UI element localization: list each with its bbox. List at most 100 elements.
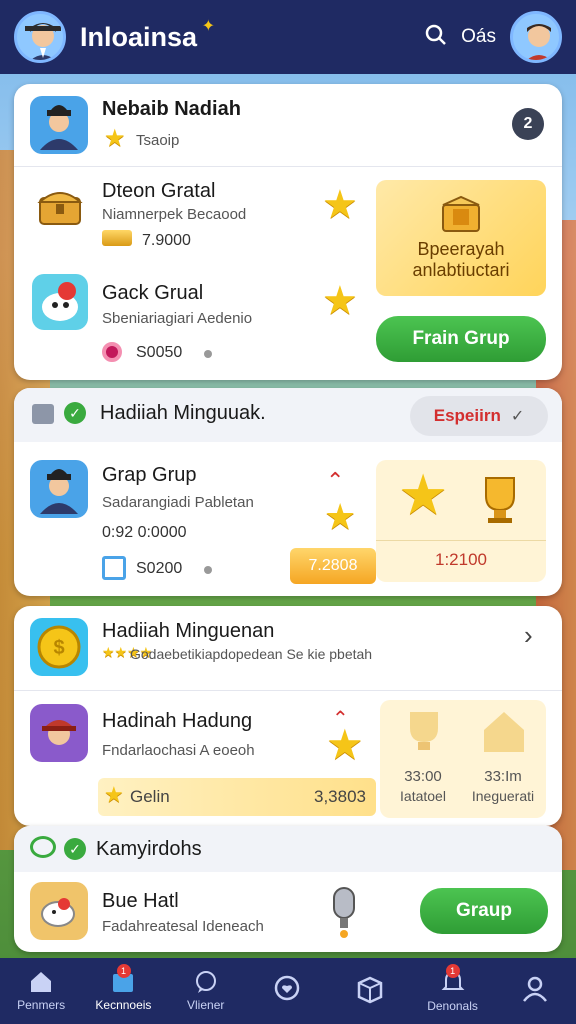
gold-bar-icon (102, 230, 132, 246)
user-avatar[interactable] (14, 11, 66, 63)
gelin-bar[interactable]: ★ Gelin 3,3803 (98, 778, 376, 816)
treasure-chest-icon (32, 178, 88, 234)
tab-profile[interactable] (494, 958, 576, 1024)
item-value: 7.9000 (142, 232, 191, 249)
notification-badge: 1 (445, 964, 460, 978)
gold-coin-icon: $ (30, 618, 88, 676)
chat-bubble-icon (30, 836, 56, 858)
special-dropdown[interactable]: Espeiirn ✓ (410, 396, 548, 436)
tab-label: Denonals (427, 999, 478, 1013)
item-value: S0200 (136, 560, 183, 577)
prize-label: Ineguerati (471, 788, 535, 804)
item-title: Grap Grup (102, 464, 197, 486)
item-subtitle: Sbeniariagiari Aedenio (102, 310, 253, 327)
join-group-button[interactable]: Frain Grup (376, 316, 546, 362)
search-heart-icon (274, 975, 300, 1001)
item-subtitle: Fndarlaochasi A eoeoh (102, 742, 255, 759)
record-icon (102, 342, 122, 362)
top-bar: Inloainsa ✦ Oás (0, 0, 576, 74)
trophy-icon (485, 477, 515, 523)
microphone-icon (333, 887, 355, 938)
bottom-nav: Penmers 1 Kecnnoeis Vliener 1 Denonals (0, 958, 576, 1024)
item-subtitle: Godaebetikiapdopedean Se kie pbetah (130, 646, 373, 662)
notification-badge: 1 (116, 964, 131, 978)
prize-panel[interactable]: ★ 1:2100 (376, 460, 546, 582)
big-star-icon: ★ (398, 463, 449, 526)
item-subtitle: Niamnerpek Becaood (102, 206, 247, 223)
promo-banner[interactable]: Bpeerayah anlabtiuctari (376, 180, 546, 296)
home-icon (31, 972, 52, 992)
house-icon (484, 712, 524, 752)
orange-tag: 7.2808 (290, 548, 376, 584)
promo-line-1: Bpeerayah (417, 239, 505, 259)
star-icon: ★ (104, 782, 124, 807)
chevron-right-icon[interactable]: › (524, 620, 533, 651)
star-icon: ★ (104, 125, 126, 152)
dot-icon (204, 350, 212, 358)
rewards-card: Nebaib Nadiah ★ Tsaoip 2 Dteon Gratal Ni… (14, 84, 562, 380)
player-avatar-icon (30, 96, 88, 154)
item-subtitle: Fadahreatesal Ideneach (102, 918, 264, 935)
tab-store[interactable]: 1 Kecnnoeis (82, 958, 164, 1024)
dropdown-label: Espeiirn (433, 406, 501, 425)
tab-label: Kecnnoeis (95, 998, 152, 1012)
item-title: Hadiiah Minguenan (102, 620, 275, 642)
star-icon: ★ (322, 279, 358, 323)
app-title: Inloainsa ✦ (80, 17, 216, 52)
item-code: 0:92 0:0000 (102, 524, 187, 541)
card-subtitle: Tsaoip (136, 132, 180, 149)
prize-value: 1:2100 (435, 550, 487, 569)
card-title: Nebaib Nadiah (102, 98, 241, 120)
player-avatar-icon (30, 460, 88, 518)
top-label[interactable]: Oás (461, 26, 496, 48)
profile-icon (522, 976, 547, 1002)
item-value: S0050 (136, 344, 183, 361)
star-icon: ★ (322, 183, 358, 227)
section-title: Kamyirdohs (96, 838, 202, 860)
search-icon[interactable] (425, 24, 447, 51)
mascot-icon (32, 274, 88, 330)
tab-label: Vliener (187, 998, 225, 1012)
section-title: Hadiiah Minguuak. (100, 402, 266, 424)
bird-icon (30, 882, 88, 940)
gelin-label: Gelin (130, 787, 170, 806)
prize-value: 33:Im (484, 768, 522, 785)
chevron-up-icon: ⌃ (326, 468, 345, 493)
item-title: Bue Hatl (102, 890, 179, 912)
star-icon: ★ (326, 721, 364, 768)
notification-badge[interactable]: 2 (512, 108, 544, 140)
prize-panel[interactable]: 33:00 Iatatoel 33:Im Ineguerati (380, 700, 546, 818)
profile-avatar[interactable] (510, 11, 562, 63)
prize-value: 33:00 (404, 768, 442, 785)
promo-line-2: anlabtiuctari (412, 260, 510, 280)
daily-reward-card: ✓ Hadiiah Minguuak. Espeiirn ✓ Grap Grup… (14, 388, 562, 596)
dot-icon (204, 566, 212, 574)
gold-stars-icon: ★ (324, 496, 357, 537)
tab-box[interactable] (329, 958, 411, 1024)
chat-bubble-icon (32, 404, 54, 424)
tab-notifications[interactable]: 1 Denonals (411, 958, 493, 1024)
tab-label: Penmers (17, 998, 66, 1012)
checkmark-icon: ✓ (510, 408, 525, 425)
tab-search[interactable] (247, 958, 329, 1024)
svg-text:$: $ (53, 637, 64, 659)
weekly-reward-card: $ Hadiiah Minguenan ★★★★ Godaebetikiapdo… (14, 606, 562, 826)
gift-box-icon (442, 195, 480, 232)
item-subtitle: Sadarangiadi Pabletan (102, 494, 254, 511)
group-button[interactable]: Graup (420, 888, 548, 934)
trophy-icon (410, 712, 438, 750)
item-title: Dteon Gratal (102, 180, 216, 202)
tab-chat[interactable]: Vliener (165, 958, 247, 1024)
card-icon (102, 556, 126, 580)
prize-label: Iatatoel (400, 788, 446, 804)
firefighter-icon (30, 704, 88, 762)
group-card: ✓ Kamyirdohs Bue Hatl Fadahreatesal Iden… (14, 826, 562, 952)
tab-home[interactable]: Penmers (0, 958, 82, 1024)
check-circle-icon: ✓ (64, 402, 86, 424)
check-circle-icon: ✓ (64, 838, 86, 860)
gelin-value: 3,3803 (314, 787, 366, 806)
chat-icon (195, 971, 216, 993)
item-title: Gack Grual (102, 282, 204, 304)
sparkle-icon: ✦ (201, 17, 216, 35)
box-icon (358, 976, 383, 1004)
